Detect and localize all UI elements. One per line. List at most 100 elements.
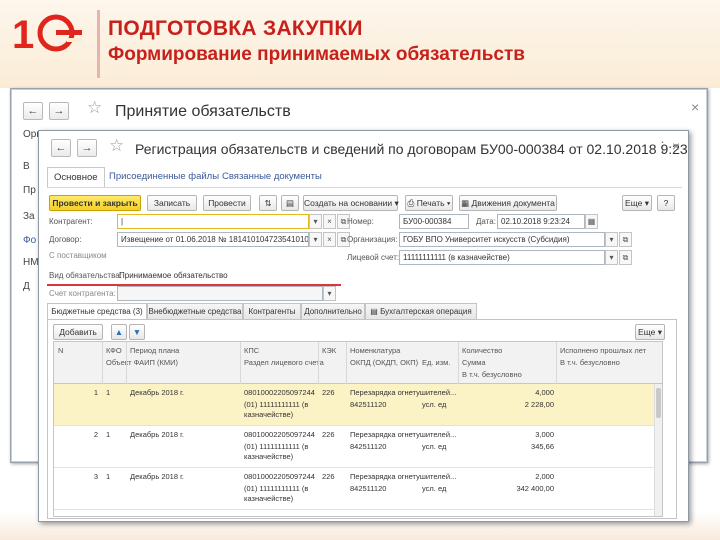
back-side-label[interactable]: В xyxy=(23,161,30,172)
document-movements-button[interactable]: ▦ Движения документа xyxy=(459,195,557,211)
cell-unit: усл. ед xyxy=(422,400,447,409)
dropdown-icon[interactable]: ▾ xyxy=(323,286,336,301)
cell-qty: 4,000 xyxy=(535,388,554,397)
col-item[interactable]: Номенклатура xyxy=(350,346,400,355)
clear-icon[interactable]: × xyxy=(323,232,336,247)
col-divider xyxy=(318,342,319,384)
table-more-button[interactable]: Еще ▾ xyxy=(635,324,665,340)
print-button[interactable]: ⎙ Печать ▾ xyxy=(405,195,453,211)
cell-kek: 226 xyxy=(322,388,335,397)
col-past-years[interactable]: Исполнено прошлых лет xyxy=(560,346,646,355)
organization-field[interactable]: ГОБУ ВПО Университет искусств (Субсидия) xyxy=(399,232,605,247)
col-kps[interactable]: КПС xyxy=(244,346,259,355)
dt-kt-icon[interactable]: ⇅ xyxy=(259,195,277,211)
add-row-button[interactable]: Добавить xyxy=(53,324,103,340)
counterparty-account-label: Счет контрагента: xyxy=(49,289,116,298)
cell-section: (01) 11111111111 (в казначействе) xyxy=(244,400,309,419)
col-kek[interactable]: КЭК xyxy=(322,346,336,355)
cell-kps: 08010002205097244 xyxy=(244,388,315,397)
back-arrow-icon[interactable]: ← xyxy=(51,139,71,157)
table-scrollbar[interactable] xyxy=(654,384,662,516)
dropdown-icon[interactable]: ▾ xyxy=(605,250,618,265)
account-field[interactable]: 11111111111 (в казначействе) xyxy=(399,250,605,265)
budget-table[interactable]: N КФО Период плана КПС КЭК Номенклатура … xyxy=(53,341,663,517)
number-label: Номер: xyxy=(347,217,374,226)
close-icon[interactable]: × xyxy=(691,99,699,115)
back-side-label[interactable]: Фо xyxy=(23,235,36,246)
col-unconditional[interactable]: В т.ч. безусловно xyxy=(560,358,620,367)
tab-main[interactable]: Основное xyxy=(47,167,105,187)
more-menu-icon[interactable]: ⋮ xyxy=(656,139,669,155)
col-kfo[interactable]: КФО xyxy=(106,346,122,355)
col-sum[interactable]: Сумма xyxy=(462,358,486,367)
slide-title: ПОДГОТОВКА ЗАКУПКИ xyxy=(108,17,363,40)
col-divider xyxy=(458,342,459,384)
tab-extra-budget-funds[interactable]: Внебюджетные средства xyxy=(147,303,243,320)
favorite-star-icon[interactable]: ☆ xyxy=(109,136,124,156)
dropdown-icon[interactable]: ▾ xyxy=(605,232,618,247)
table-row[interactable]: 1 1 Декабрь 2018 г. 08010002205097244 22… xyxy=(54,384,662,426)
help-button[interactable]: ? xyxy=(657,195,675,211)
col-okpd[interactable]: ОКПД (ОКДП, ОКП) xyxy=(350,358,420,367)
number-field[interactable]: БУ00-000384 xyxy=(399,214,469,229)
dropdown-icon[interactable]: ▾ xyxy=(309,232,322,247)
date-field[interactable]: 02.10.2018 9:23:24 xyxy=(497,214,585,229)
col-period[interactable]: Период плана xyxy=(130,346,179,355)
cell-okpd: 842511120 xyxy=(350,484,387,493)
table-more-label: Еще xyxy=(638,327,656,337)
tab-related-docs[interactable]: Связанные документы xyxy=(222,167,322,187)
front-window-title: Регистрация обязательств и сведений по д… xyxy=(135,141,689,157)
col-qty[interactable]: Количество xyxy=(462,346,502,355)
save-button[interactable]: Записать xyxy=(147,195,197,211)
move-up-icon[interactable]: ▲ xyxy=(111,324,127,340)
favorite-star-icon[interactable]: ☆ xyxy=(87,98,102,118)
cell-period: Декабрь 2018 г. xyxy=(130,430,184,439)
close-icon[interactable]: × xyxy=(672,138,680,154)
cell-okpd: 842511120 xyxy=(350,400,387,409)
cell-kfo: 1 xyxy=(106,472,111,481)
document-movements-label: Движения документа xyxy=(471,198,555,208)
obligation-type-value[interactable]: Принимаемое обязательство xyxy=(119,271,228,280)
calendar-icon[interactable]: ▦ xyxy=(585,214,598,229)
open-icon[interactable]: ⧉ xyxy=(619,232,632,247)
post-and-close-button[interactable]: Провести и закрыть xyxy=(49,195,141,211)
col-divider xyxy=(102,342,103,384)
cell-item: Перезарядка огнетушителей... xyxy=(350,430,457,439)
back-side-label[interactable]: Д xyxy=(23,281,30,292)
scrollbar-thumb[interactable] xyxy=(656,388,661,418)
print-label: Печать xyxy=(416,198,445,208)
tab-budget-funds[interactable]: Бюджетные средства (3) xyxy=(47,303,147,320)
counterparty-account-field[interactable] xyxy=(117,286,323,301)
col-section[interactable]: Раздел лицевого счета xyxy=(244,358,324,367)
tab-additional[interactable]: Дополнительно xyxy=(301,303,365,320)
dropdown-icon[interactable]: ▾ xyxy=(309,214,322,229)
clear-icon[interactable]: × xyxy=(323,214,336,229)
post-button[interactable]: Провести xyxy=(203,195,251,211)
report-icon[interactable]: ▤ xyxy=(281,195,299,211)
col-divider xyxy=(126,342,127,384)
col-sum-unconditional[interactable]: В т.ч. безусловно xyxy=(462,370,522,379)
forward-arrow-icon[interactable]: → xyxy=(49,102,69,120)
create-based-on-button[interactable]: Создать на основании ▾ xyxy=(303,195,399,211)
tab-counterparties[interactable]: Контрагенты xyxy=(243,303,301,320)
open-icon[interactable]: ⧉ xyxy=(619,250,632,265)
more-button[interactable]: Еще ▾ xyxy=(622,195,652,211)
counterparty-field[interactable]: | xyxy=(117,214,309,229)
cell-sum: 342 400,00 xyxy=(516,484,554,493)
contract-field[interactable]: Извещение от 01.06.2018 № 18141010472354… xyxy=(117,232,309,247)
forward-arrow-icon[interactable]: → xyxy=(77,139,97,157)
move-down-icon[interactable]: ▼ xyxy=(129,324,145,340)
cell-kps: 08010002205097244 xyxy=(244,472,315,481)
tab-attached-files[interactable]: Присоединенные файлы xyxy=(109,167,219,187)
back-arrow-icon[interactable]: ← xyxy=(23,102,43,120)
table-row[interactable]: 3 1 Декабрь 2018 г. 08010002205097244 22… xyxy=(54,468,662,510)
col-unit[interactable]: Ед. изм. xyxy=(422,358,450,367)
cell-kek: 226 xyxy=(322,430,335,439)
table-row[interactable]: 2 1 Декабрь 2018 г. 08010002205097244 22… xyxy=(54,426,662,468)
tab-accounting-operation[interactable]: ▤ Бухгалтерская операция xyxy=(365,303,477,320)
cell-n: 2 xyxy=(93,430,98,439)
cell-n: 3 xyxy=(93,472,98,481)
cell-item: Перезарядка огнетушителей... xyxy=(350,472,457,481)
col-faip[interactable]: Объект ФАИП (КМИ) xyxy=(106,358,178,367)
col-n[interactable]: N xyxy=(58,346,63,355)
